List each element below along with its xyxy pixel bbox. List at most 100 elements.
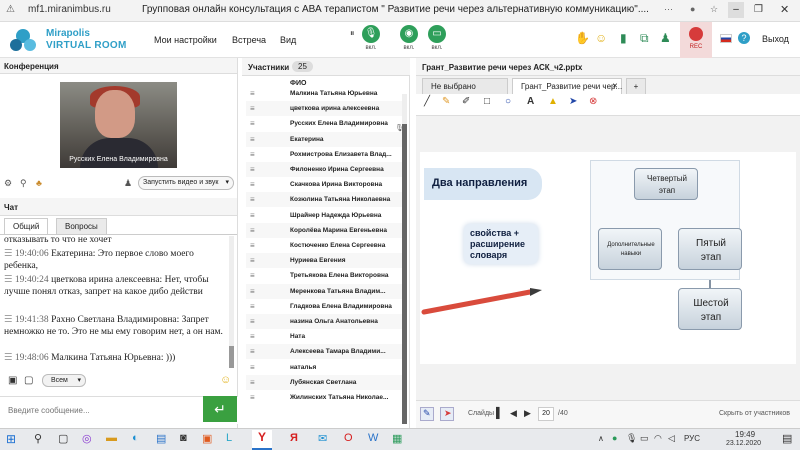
video-user-icon[interactable]: ♣ — [36, 178, 42, 188]
participant-row[interactable]: ≡ назина Ольга Анатольевна — [246, 314, 402, 329]
video-layout-icon[interactable]: ⚲ — [20, 178, 27, 189]
emoji-picker-icon[interactable]: ☺ — [220, 374, 231, 386]
participant-row[interactable]: ≡ Шрайнер Надежда Юрьевна — [246, 208, 402, 223]
first-slide-icon[interactable]: ▌ — [496, 408, 503, 419]
participant-row[interactable]: ≡ наталья — [246, 360, 402, 375]
recipient-select[interactable]: Всем ▾ — [42, 374, 86, 387]
participant-row[interactable]: ≡ Филоненко Ирина Сергеевна — [246, 162, 402, 177]
circle-tool-icon[interactable]: ○ — [505, 96, 511, 107]
message-input[interactable] — [0, 397, 202, 423]
store-icon[interactable]: ▤ — [156, 432, 166, 445]
line-tool-icon[interactable]: ╱ — [424, 96, 430, 107]
drag-handle-icon[interactable]: ≡ — [250, 344, 255, 359]
participant-row[interactable]: ≡ Скачкова Ирина Викторовна — [246, 177, 402, 192]
language-flag-icon[interactable] — [720, 34, 732, 43]
volume-icon[interactable]: ◁ — [668, 433, 675, 444]
minimize-icon[interactable]: – — [728, 2, 744, 18]
edge-icon[interactable]: ◐ — [132, 432, 139, 444]
bag-icon[interactable]: ◙ — [180, 432, 187, 444]
share-icon[interactable]: ⋯ — [664, 4, 673, 15]
clock-date[interactable]: 23.12.2020 — [726, 440, 761, 447]
participant-row[interactable]: ≡ Алексеева Тамара Владими... — [246, 344, 402, 360]
drag-handle-icon[interactable]: ≡ — [250, 299, 255, 314]
current-slide-input[interactable]: 20 — [538, 407, 554, 421]
drag-handle-icon[interactable]: ≡ — [250, 101, 255, 116]
participant-row[interactable]: ≡ Жилинских Татьяна Николае... — [246, 390, 402, 405]
marker-tool-icon[interactable]: ✐ — [462, 96, 470, 107]
participant-row[interactable]: ≡ Нуриева Евгения — [246, 253, 402, 269]
attach-icon[interactable]: ▢ — [24, 375, 33, 386]
tab-questions[interactable]: Вопросы — [56, 218, 107, 234]
record-button[interactable]: REC — [680, 22, 712, 58]
video-settings-icon[interactable]: ⚙ — [4, 178, 12, 189]
mail-icon[interactable]: ✉ — [318, 432, 327, 445]
chat-scrollbar[interactable] — [229, 236, 234, 368]
app-l-icon[interactable]: L — [226, 432, 232, 444]
clear-tool-icon[interactable]: ⊗ — [589, 96, 597, 107]
participant-row[interactable]: ≡ Рохмистрова Елизавета Влад... — [246, 147, 402, 162]
statistics-icon[interactable]: ▮ — [620, 31, 627, 45]
drag-handle-icon[interactable]: ≡ — [250, 208, 255, 223]
tab-none[interactable]: Не выбрано — [422, 78, 508, 94]
drag-handle-icon[interactable]: ≡ — [250, 147, 255, 162]
participant-row[interactable]: ≡ Екатерина — [246, 131, 402, 147]
drag-handle-icon[interactable]: ≡ — [250, 329, 255, 344]
participant-row[interactable]: ≡ Гладкова Елена Владимировна — [246, 299, 402, 314]
hide-from-participants-button[interactable]: Скрыть от участников — [719, 410, 790, 417]
word-icon[interactable]: W — [368, 432, 378, 444]
drag-handle-icon[interactable]: ≡ — [250, 238, 255, 253]
pencil-tool-icon[interactable]: ✎ — [442, 96, 450, 107]
battery-icon[interactable]: ▭ — [640, 433, 649, 444]
prev-slide-icon[interactable]: ◀ — [510, 408, 517, 419]
drag-handle-icon[interactable]: ≡ — [250, 253, 255, 268]
menu-my-settings[interactable]: Мои настройки — [154, 35, 217, 45]
drag-handle-icon[interactable]: ≡ — [250, 86, 255, 101]
menu-view[interactable]: Вид — [280, 35, 296, 45]
tab-general[interactable]: Общий — [4, 218, 49, 234]
drag-handle-icon[interactable]: ≡ — [250, 360, 255, 375]
next-slide-icon[interactable]: ▶ — [524, 408, 531, 419]
participant-row[interactable]: ≡ Меренкова Татьяна Владим... — [246, 283, 402, 299]
tray-arrow-icon[interactable]: ∧ — [598, 434, 604, 443]
drag-handle-icon[interactable]: ≡ — [250, 177, 255, 192]
search-icon[interactable]: ⚲ — [34, 432, 42, 445]
participant-row[interactable]: ≡ Малкина Татьяна Юрьевна — [246, 86, 402, 101]
drag-handle-icon[interactable]: ≡ — [250, 390, 255, 405]
mic-volume-icon[interactable]: ⏸ — [350, 28, 355, 39]
drag-handle-icon[interactable]: ≡ — [250, 192, 255, 207]
site-info-icon[interactable]: ⚠ — [6, 4, 15, 15]
participant-row[interactable]: ≡ Ната — [246, 329, 402, 344]
participant-row[interactable]: ≡ цветкова ирина алексеевна — [246, 101, 402, 117]
clock-time[interactable]: 19:49 — [735, 430, 755, 439]
task-view-icon[interactable]: ▢ — [58, 432, 68, 445]
tray-mic-icon[interactable]: 🎙 — [626, 433, 637, 444]
drag-handle-icon[interactable]: ≡ — [250, 314, 255, 329]
menu-meeting[interactable]: Встреча — [232, 35, 266, 45]
tab-presentation[interactable]: Грант_Развитие речи чер... ✕ — [512, 78, 622, 94]
notifications-icon[interactable]: ▤ — [782, 432, 792, 445]
yandex-icon[interactable]: Я — [290, 432, 298, 444]
close-icon[interactable]: ✕ — [780, 3, 789, 16]
rectangle-tool-icon[interactable]: □ — [484, 96, 490, 107]
participant-row[interactable]: ≡ Козюлина Татьяна Николаевна — [246, 192, 402, 208]
participants-scrollbar-thumb[interactable] — [402, 124, 407, 424]
alice-icon[interactable]: ◎ — [82, 432, 92, 445]
select-tool-icon[interactable]: ➤ — [569, 96, 577, 107]
drag-handle-icon[interactable]: ≡ — [250, 223, 255, 238]
screen-share-button[interactable]: ▭ — [428, 25, 446, 43]
slides-label[interactable]: Слайды — [468, 410, 494, 417]
chat-scrollbar-thumb[interactable] — [229, 346, 234, 368]
pointer-mode-button[interactable]: ➤ — [440, 407, 454, 421]
emoji-icon[interactable]: ☺ — [595, 31, 607, 45]
help-icon[interactable]: ? — [738, 32, 750, 44]
participants-scrollbar[interactable] — [402, 94, 407, 424]
app-green-icon[interactable]: ▦ — [392, 432, 402, 445]
favorite-star-icon[interactable]: ☆ — [710, 4, 718, 15]
draw-mode-button[interactable]: ✎ — [420, 407, 434, 421]
start-video-select[interactable]: Запустить видео и звук ▾ — [138, 176, 234, 190]
participant-row[interactable]: ≡ Костюченко Елена Сергеевна — [246, 238, 402, 253]
restore-icon[interactable]: ❐ — [754, 4, 763, 15]
yandex-browser-icon[interactable]: Y — [252, 430, 272, 450]
drag-handle-icon[interactable]: ≡ — [250, 116, 255, 131]
mic-indicator-icon[interactable]: ● — [690, 4, 695, 14]
